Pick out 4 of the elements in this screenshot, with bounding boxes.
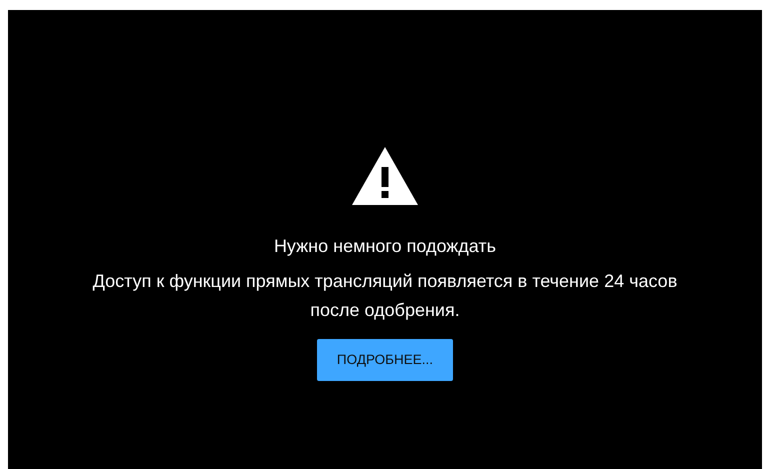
warning-icon	[350, 145, 420, 207]
more-button[interactable]: ПОДРОБНЕЕ...	[316, 339, 454, 381]
notice-message: Доступ к функции прямых трансляций появляется в течение 24 часов после одобрения.	[92, 270, 678, 322]
notice-title: Нужно немного подождать	[274, 235, 496, 257]
